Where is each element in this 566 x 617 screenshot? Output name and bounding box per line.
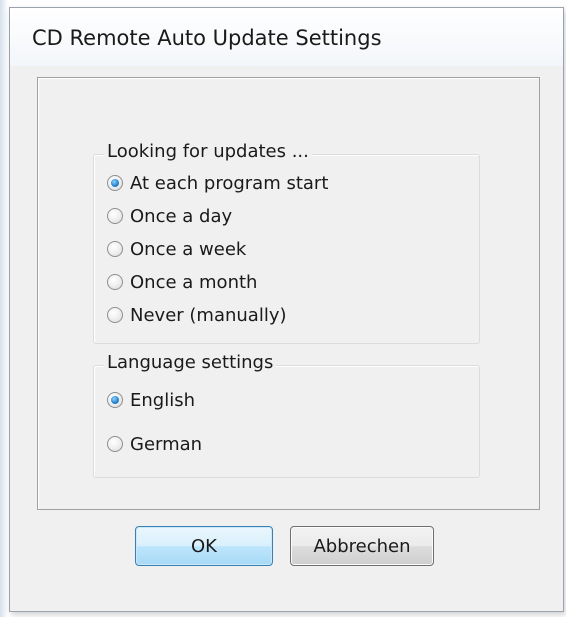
radio-label: At each program start <box>130 172 329 194</box>
radio-button[interactable] <box>107 307 123 323</box>
settings-panel: Looking for updates ... At each program … <box>37 77 540 510</box>
radio-option-german[interactable]: German <box>107 431 202 457</box>
radio-button-checked[interactable] <box>107 392 123 408</box>
radio-option-once-a-day[interactable]: Once a day <box>107 203 232 229</box>
radio-label: Once a day <box>130 205 233 227</box>
background-window-edge <box>0 0 8 617</box>
auto-update-settings-dialog: CD Remote Auto Update Settings Looking f… <box>9 7 564 612</box>
radio-button[interactable] <box>107 274 123 290</box>
radio-option-once-a-week[interactable]: Once a week <box>107 236 246 262</box>
radio-label: German <box>130 433 203 455</box>
radio-label: Once a month <box>130 271 258 293</box>
radio-label: English <box>130 389 195 411</box>
radio-button-checked[interactable] <box>107 175 123 191</box>
language-settings-group: Language settings English German <box>93 352 480 478</box>
radio-label: Once a week <box>130 238 247 260</box>
radio-button[interactable] <box>107 208 123 224</box>
radio-button[interactable] <box>107 436 123 452</box>
radio-option-english[interactable]: English <box>107 387 195 413</box>
dialog-titlebar[interactable]: CD Remote Auto Update Settings <box>10 8 563 66</box>
dialog-title: CD Remote Auto Update Settings <box>32 26 382 50</box>
ok-button[interactable]: OK <box>135 526 273 566</box>
update-frequency-legend: Looking for updates ... <box>104 141 312 162</box>
radio-button[interactable] <box>107 241 123 257</box>
radio-option-each-program-start[interactable]: At each program start <box>107 170 328 196</box>
radio-option-never-manually[interactable]: Never (manually) <box>107 302 287 328</box>
update-frequency-group: Looking for updates ... At each program … <box>93 141 480 344</box>
radio-option-once-a-month[interactable]: Once a month <box>107 269 257 295</box>
cancel-button[interactable]: Abbrechen <box>290 526 434 566</box>
language-settings-legend: Language settings <box>104 352 277 373</box>
screen: CD Remote Auto Update Settings Looking f… <box>0 0 566 617</box>
radio-label: Never (manually) <box>130 304 287 326</box>
